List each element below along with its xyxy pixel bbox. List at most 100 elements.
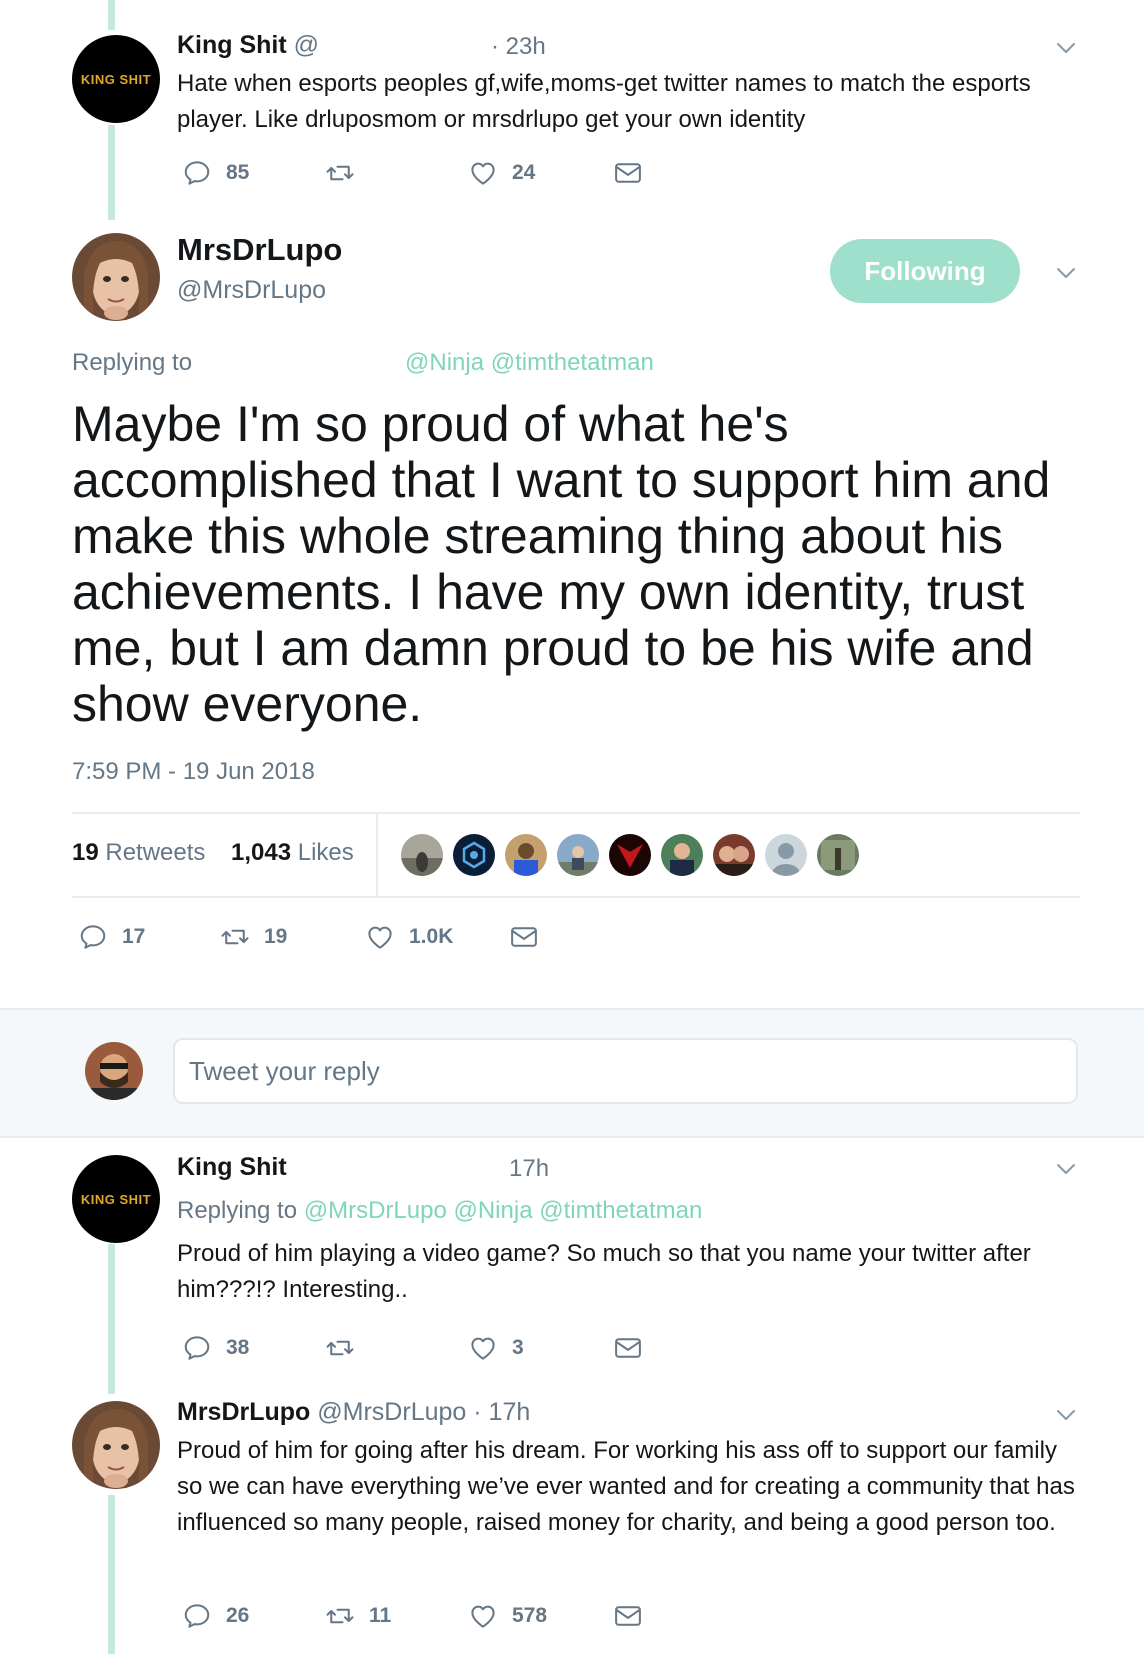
retweet-button[interactable]: 19 [220,922,287,952]
chevron-down-icon[interactable] [1054,36,1078,60]
reply-icon [182,1601,212,1631]
like-count: 578 [512,1604,548,1627]
liker-avatar[interactable] [401,834,443,876]
reply-button[interactable]: 85 [182,158,249,188]
stats-divider [376,814,378,896]
profile-photo [72,233,160,321]
thread-line [108,125,115,220]
like-button[interactable]: 578 [468,1601,547,1631]
avatar-king-shit[interactable]: KING SHIT [72,1155,160,1243]
tweet-text: Proud of him for going after his dream. … [177,1437,1075,1536]
reply-count: 26 [226,1604,250,1627]
replying-to-label: Replying to [72,349,193,376]
reply-count: 85 [226,161,250,184]
envelope-icon [509,922,539,952]
timestamp[interactable]: 17h [509,1155,549,1183]
handle[interactable]: @MrsDrLupo [317,1398,466,1426]
profile-photo [85,1042,143,1100]
direct-message-button[interactable] [613,1601,643,1631]
display-name[interactable]: MrsDrLupo [177,1398,310,1426]
reply-input[interactable]: Tweet your reply [173,1038,1078,1104]
heart-icon [468,1601,498,1631]
retweet-count: 19 [264,925,288,948]
replying-to-handles[interactable]: @MrsDrLupo @Ninja @timthetatman [304,1197,703,1224]
liker-avatar[interactable] [713,834,755,876]
retweets-label: Retweets [105,839,206,866]
reply-icon [78,922,108,952]
likes-total: 1,043 [231,839,292,866]
divider [72,812,1080,814]
direct-message-button[interactable] [509,922,539,952]
chevron-down-icon[interactable] [1054,1403,1078,1427]
likes-label: Likes [297,839,354,866]
reply-button[interactable]: 17 [78,922,145,952]
retweets-stat[interactable]: 19 Retweets [72,839,205,867]
reply-icon [182,158,212,188]
retweets-total: 19 [72,839,99,866]
liker-avatar[interactable] [609,834,651,876]
avatar-mrsdrlupo[interactable] [72,233,160,321]
retweet-button[interactable]: 11 [325,1601,391,1631]
replying-to: Replying to @MrsDrLupo @Ninja @timthetat… [177,1197,702,1225]
retweet-icon [325,158,355,188]
heart-icon [468,158,498,188]
like-count: 24 [512,161,536,184]
tweet-text: Proud of him playing a video game? So mu… [177,1240,1031,1303]
reply-count: 17 [122,925,146,948]
tweet-timestamp[interactable]: 7:59 PM - 19 Jun 2018 [72,758,315,786]
tweet-header: King Shit @ [177,31,319,60]
heart-icon [365,922,395,952]
timestamp[interactable]: · 23h [491,33,546,61]
liker-avatar[interactable] [557,834,599,876]
divider [72,896,1080,898]
display-name[interactable]: MrsDrLupo [177,232,342,268]
replying-to-handles[interactable]: @Ninja @timthetatman [405,349,654,377]
thread-line [108,1244,115,1394]
liker-avatar[interactable] [817,834,859,876]
heart-icon [468,1333,498,1363]
chevron-down-icon[interactable] [1054,261,1078,285]
envelope-icon [613,158,643,188]
retweet-count: 11 [369,1604,392,1627]
like-count: 1.0K [409,925,454,948]
profile-photo [72,1401,160,1489]
replying-to-label: Replying to [177,1197,298,1224]
following-button[interactable]: Following [830,239,1020,303]
reply-button[interactable]: 38 [182,1333,249,1363]
retweet-button[interactable] [325,158,369,188]
like-button[interactable]: 3 [468,1333,524,1363]
tweet-header: MrsDrLupo @MrsDrLupo · 17h [177,1398,530,1427]
avatar-king-shit[interactable]: KING SHIT [72,35,160,123]
avatar-mrsdrlupo[interactable] [72,1401,160,1489]
display-name[interactable]: King Shit [177,1153,287,1182]
reply-icon [182,1333,212,1363]
display-name[interactable]: King Shit [177,31,287,59]
envelope-icon [613,1601,643,1631]
retweet-icon [220,922,250,952]
liker-avatar[interactable] [505,834,547,876]
liker-avatar[interactable] [453,834,495,876]
like-button[interactable]: 24 [468,158,535,188]
like-button[interactable]: 1.0K [365,922,453,952]
main-tweet-text: Maybe I'm so proud of what he's accompli… [72,396,1051,732]
retweet-icon [325,1601,355,1631]
thread-line [108,0,115,30]
envelope-icon [613,1333,643,1363]
direct-message-button[interactable] [613,1333,643,1363]
handle[interactable]: @ [294,31,319,59]
liker-avatar-default[interactable] [765,834,807,876]
likes-stat[interactable]: 1,043 Likes [231,839,354,867]
avatar-current-user[interactable] [85,1042,143,1100]
handle[interactable]: @MrsDrLupo [177,276,326,305]
liker-avatar[interactable] [661,834,703,876]
reply-button[interactable]: 26 [182,1601,249,1631]
like-count: 3 [512,1336,524,1359]
retweet-button[interactable] [325,1333,369,1363]
timestamp[interactable]: · 17h [473,1398,530,1426]
thread-line [108,1495,115,1654]
tweet-text: Hate when esports peoples gf,wife,moms-g… [177,70,1031,133]
reply-count: 38 [226,1336,250,1359]
retweet-icon [325,1333,355,1363]
direct-message-button[interactable] [613,158,643,188]
chevron-down-icon[interactable] [1054,1157,1078,1181]
